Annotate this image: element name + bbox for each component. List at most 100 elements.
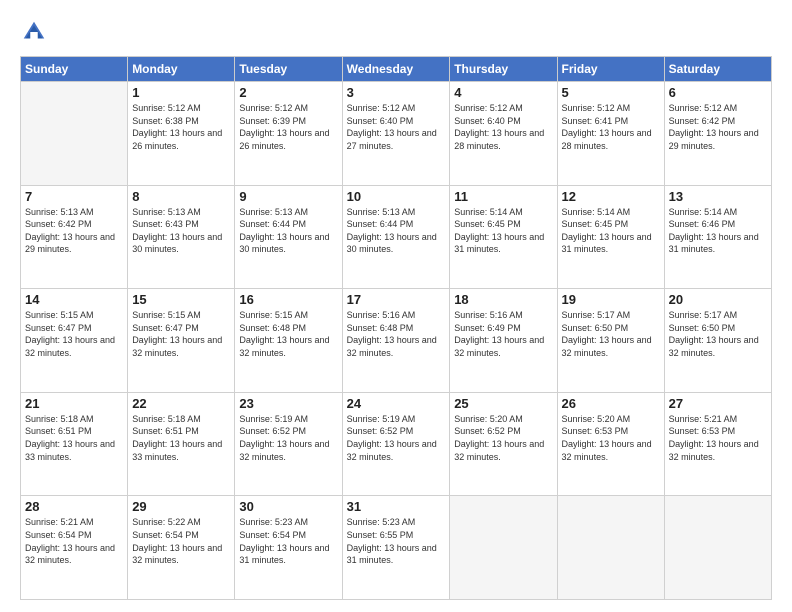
- day-number: 12: [562, 189, 660, 204]
- day-number: 18: [454, 292, 552, 307]
- calendar-cell: 27 Sunrise: 5:21 AMSunset: 6:53 PMDaylig…: [664, 392, 771, 496]
- calendar-cell: 5 Sunrise: 5:12 AMSunset: 6:41 PMDayligh…: [557, 82, 664, 186]
- day-number: 31: [347, 499, 446, 514]
- calendar-cell: 29 Sunrise: 5:22 AMSunset: 6:54 PMDaylig…: [128, 496, 235, 600]
- day-number: 6: [669, 85, 767, 100]
- day-detail: Sunrise: 5:22 AMSunset: 6:54 PMDaylight:…: [132, 516, 230, 566]
- day-detail: Sunrise: 5:12 AMSunset: 6:42 PMDaylight:…: [669, 102, 767, 152]
- week-row-4: 21 Sunrise: 5:18 AMSunset: 6:51 PMDaylig…: [21, 392, 772, 496]
- day-number: 19: [562, 292, 660, 307]
- calendar-cell: 14 Sunrise: 5:15 AMSunset: 6:47 PMDaylig…: [21, 289, 128, 393]
- calendar-cell: 13 Sunrise: 5:14 AMSunset: 6:46 PMDaylig…: [664, 185, 771, 289]
- day-detail: Sunrise: 5:15 AMSunset: 6:48 PMDaylight:…: [239, 309, 337, 359]
- week-row-3: 14 Sunrise: 5:15 AMSunset: 6:47 PMDaylig…: [21, 289, 772, 393]
- day-number: 9: [239, 189, 337, 204]
- logo-icon: [20, 18, 48, 46]
- day-detail: Sunrise: 5:14 AMSunset: 6:45 PMDaylight:…: [562, 206, 660, 256]
- day-detail: Sunrise: 5:12 AMSunset: 6:39 PMDaylight:…: [239, 102, 337, 152]
- day-detail: Sunrise: 5:18 AMSunset: 6:51 PMDaylight:…: [132, 413, 230, 463]
- week-row-5: 28 Sunrise: 5:21 AMSunset: 6:54 PMDaylig…: [21, 496, 772, 600]
- day-detail: Sunrise: 5:12 AMSunset: 6:40 PMDaylight:…: [454, 102, 552, 152]
- calendar-cell: 6 Sunrise: 5:12 AMSunset: 6:42 PMDayligh…: [664, 82, 771, 186]
- day-detail: Sunrise: 5:12 AMSunset: 6:38 PMDaylight:…: [132, 102, 230, 152]
- day-number: 29: [132, 499, 230, 514]
- calendar-cell: [450, 496, 557, 600]
- day-number: 13: [669, 189, 767, 204]
- day-number: 17: [347, 292, 446, 307]
- calendar-cell: 15 Sunrise: 5:15 AMSunset: 6:47 PMDaylig…: [128, 289, 235, 393]
- calendar-cell: 20 Sunrise: 5:17 AMSunset: 6:50 PMDaylig…: [664, 289, 771, 393]
- day-detail: Sunrise: 5:14 AMSunset: 6:46 PMDaylight:…: [669, 206, 767, 256]
- day-detail: Sunrise: 5:16 AMSunset: 6:48 PMDaylight:…: [347, 309, 446, 359]
- day-detail: Sunrise: 5:20 AMSunset: 6:52 PMDaylight:…: [454, 413, 552, 463]
- day-detail: Sunrise: 5:16 AMSunset: 6:49 PMDaylight:…: [454, 309, 552, 359]
- calendar-cell: 26 Sunrise: 5:20 AMSunset: 6:53 PMDaylig…: [557, 392, 664, 496]
- calendar-cell: 24 Sunrise: 5:19 AMSunset: 6:52 PMDaylig…: [342, 392, 450, 496]
- day-detail: Sunrise: 5:20 AMSunset: 6:53 PMDaylight:…: [562, 413, 660, 463]
- day-detail: Sunrise: 5:23 AMSunset: 6:54 PMDaylight:…: [239, 516, 337, 566]
- weekday-header-monday: Monday: [128, 57, 235, 82]
- calendar-cell: 2 Sunrise: 5:12 AMSunset: 6:39 PMDayligh…: [235, 82, 342, 186]
- day-number: 23: [239, 396, 337, 411]
- calendar-table: SundayMondayTuesdayWednesdayThursdayFrid…: [20, 56, 772, 600]
- calendar-cell: 18 Sunrise: 5:16 AMSunset: 6:49 PMDaylig…: [450, 289, 557, 393]
- calendar-cell: 28 Sunrise: 5:21 AMSunset: 6:54 PMDaylig…: [21, 496, 128, 600]
- day-detail: Sunrise: 5:15 AMSunset: 6:47 PMDaylight:…: [132, 309, 230, 359]
- calendar-cell: 23 Sunrise: 5:19 AMSunset: 6:52 PMDaylig…: [235, 392, 342, 496]
- calendar-cell: 25 Sunrise: 5:20 AMSunset: 6:52 PMDaylig…: [450, 392, 557, 496]
- day-detail: Sunrise: 5:14 AMSunset: 6:45 PMDaylight:…: [454, 206, 552, 256]
- calendar-cell: 7 Sunrise: 5:13 AMSunset: 6:42 PMDayligh…: [21, 185, 128, 289]
- calendar-cell: 3 Sunrise: 5:12 AMSunset: 6:40 PMDayligh…: [342, 82, 450, 186]
- calendar-cell: 12 Sunrise: 5:14 AMSunset: 6:45 PMDaylig…: [557, 185, 664, 289]
- calendar-cell: 4 Sunrise: 5:12 AMSunset: 6:40 PMDayligh…: [450, 82, 557, 186]
- day-detail: Sunrise: 5:21 AMSunset: 6:53 PMDaylight:…: [669, 413, 767, 463]
- calendar-cell: 1 Sunrise: 5:12 AMSunset: 6:38 PMDayligh…: [128, 82, 235, 186]
- calendar-cell: 22 Sunrise: 5:18 AMSunset: 6:51 PMDaylig…: [128, 392, 235, 496]
- day-number: 26: [562, 396, 660, 411]
- day-number: 4: [454, 85, 552, 100]
- day-number: 25: [454, 396, 552, 411]
- day-number: 8: [132, 189, 230, 204]
- day-detail: Sunrise: 5:13 AMSunset: 6:43 PMDaylight:…: [132, 206, 230, 256]
- day-number: 16: [239, 292, 337, 307]
- day-detail: Sunrise: 5:18 AMSunset: 6:51 PMDaylight:…: [25, 413, 123, 463]
- day-number: 30: [239, 499, 337, 514]
- day-number: 20: [669, 292, 767, 307]
- weekday-header-wednesday: Wednesday: [342, 57, 450, 82]
- page: SundayMondayTuesdayWednesdayThursdayFrid…: [0, 0, 792, 612]
- day-detail: Sunrise: 5:15 AMSunset: 6:47 PMDaylight:…: [25, 309, 123, 359]
- calendar-cell: [664, 496, 771, 600]
- day-detail: Sunrise: 5:17 AMSunset: 6:50 PMDaylight:…: [669, 309, 767, 359]
- day-detail: Sunrise: 5:19 AMSunset: 6:52 PMDaylight:…: [347, 413, 446, 463]
- day-number: 11: [454, 189, 552, 204]
- day-detail: Sunrise: 5:19 AMSunset: 6:52 PMDaylight:…: [239, 413, 337, 463]
- day-number: 24: [347, 396, 446, 411]
- calendar-cell: 8 Sunrise: 5:13 AMSunset: 6:43 PMDayligh…: [128, 185, 235, 289]
- calendar-cell: 21 Sunrise: 5:18 AMSunset: 6:51 PMDaylig…: [21, 392, 128, 496]
- day-number: 7: [25, 189, 123, 204]
- calendar-cell: 9 Sunrise: 5:13 AMSunset: 6:44 PMDayligh…: [235, 185, 342, 289]
- weekday-header-saturday: Saturday: [664, 57, 771, 82]
- calendar-cell: [557, 496, 664, 600]
- day-detail: Sunrise: 5:13 AMSunset: 6:44 PMDaylight:…: [347, 206, 446, 256]
- calendar-cell: 30 Sunrise: 5:23 AMSunset: 6:54 PMDaylig…: [235, 496, 342, 600]
- day-number: 1: [132, 85, 230, 100]
- calendar-cell: 11 Sunrise: 5:14 AMSunset: 6:45 PMDaylig…: [450, 185, 557, 289]
- day-number: 21: [25, 396, 123, 411]
- day-detail: Sunrise: 5:21 AMSunset: 6:54 PMDaylight:…: [25, 516, 123, 566]
- day-number: 10: [347, 189, 446, 204]
- day-number: 5: [562, 85, 660, 100]
- weekday-header-sunday: Sunday: [21, 57, 128, 82]
- day-number: 28: [25, 499, 123, 514]
- logo: [20, 18, 52, 46]
- header: [20, 18, 772, 46]
- week-row-2: 7 Sunrise: 5:13 AMSunset: 6:42 PMDayligh…: [21, 185, 772, 289]
- day-detail: Sunrise: 5:12 AMSunset: 6:40 PMDaylight:…: [347, 102, 446, 152]
- week-row-1: 1 Sunrise: 5:12 AMSunset: 6:38 PMDayligh…: [21, 82, 772, 186]
- weekday-header-friday: Friday: [557, 57, 664, 82]
- calendar-cell: [21, 82, 128, 186]
- day-detail: Sunrise: 5:12 AMSunset: 6:41 PMDaylight:…: [562, 102, 660, 152]
- day-detail: Sunrise: 5:23 AMSunset: 6:55 PMDaylight:…: [347, 516, 446, 566]
- weekday-header-thursday: Thursday: [450, 57, 557, 82]
- calendar-cell: 19 Sunrise: 5:17 AMSunset: 6:50 PMDaylig…: [557, 289, 664, 393]
